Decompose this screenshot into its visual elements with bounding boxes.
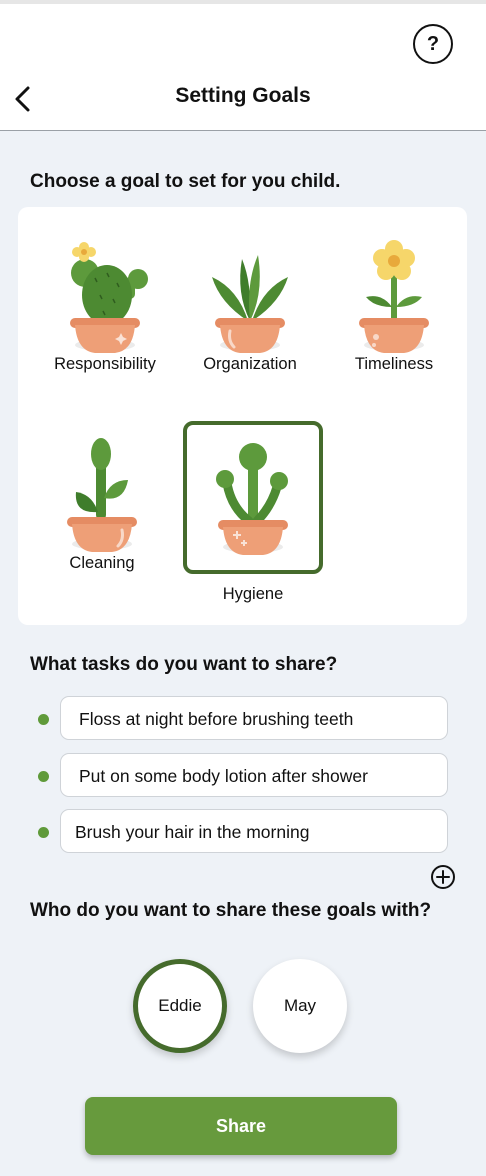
person-eddie[interactable]: Eddie	[133, 959, 227, 1053]
help-button[interactable]: ?	[413, 24, 453, 64]
person-name: Eddie	[158, 996, 202, 1015]
goal-label: Hygiene	[222, 585, 284, 603]
goal-cleaning[interactable]: Cleaning	[32, 424, 172, 574]
person-may[interactable]: May	[253, 959, 347, 1053]
goal-label: Cleaning	[69, 554, 135, 572]
share-section-title: Who do you want to share these goals wit…	[30, 900, 432, 921]
cactus-plant-icon	[70, 242, 148, 353]
tasks-section-title: What tasks do you want to share?	[30, 654, 338, 675]
goal-label: Responsibility	[54, 355, 156, 373]
goal-label: Organization	[203, 355, 297, 373]
goal-card: Responsibility Organization Timeliness C…	[18, 207, 467, 625]
task-row: Brush your hair in the morning	[30, 809, 450, 855]
bullet-icon	[38, 827, 49, 838]
goal-label: Timeliness	[354, 355, 434, 373]
bullet-icon	[38, 714, 49, 725]
add-task-icon[interactable]	[430, 864, 456, 890]
person-name: May	[283, 996, 317, 1015]
goals-section-title: Choose a goal to set for you child.	[30, 171, 341, 192]
goal-organization[interactable]: Organization	[180, 225, 320, 375]
sprout-plant-icon	[67, 438, 137, 552]
bullet-icon	[38, 771, 49, 782]
flower-plant-icon	[359, 240, 429, 353]
snake-plant-icon	[212, 255, 288, 353]
task-row: Put on some body lotion after shower	[30, 753, 450, 799]
page-title: Setting Goals	[175, 84, 311, 107]
goal-timeliness[interactable]: Timeliness	[324, 225, 464, 375]
task-row: Floss at night before brushing teeth	[30, 696, 450, 742]
goal-responsibility[interactable]: Responsibility	[35, 225, 175, 375]
share-button[interactable]: Share	[85, 1097, 397, 1155]
task-input[interactable]: Floss at night before brushing teeth	[60, 696, 448, 740]
task-input[interactable]: Put on some body lotion after shower	[60, 753, 448, 797]
status-strip	[0, 0, 486, 4]
goal-hygiene[interactable]: Hygiene	[183, 421, 323, 603]
bubble-plant-icon	[216, 443, 288, 555]
top-bar: ? Setting Goals	[0, 0, 486, 131]
task-input[interactable]: Brush your hair in the morning	[60, 809, 448, 853]
